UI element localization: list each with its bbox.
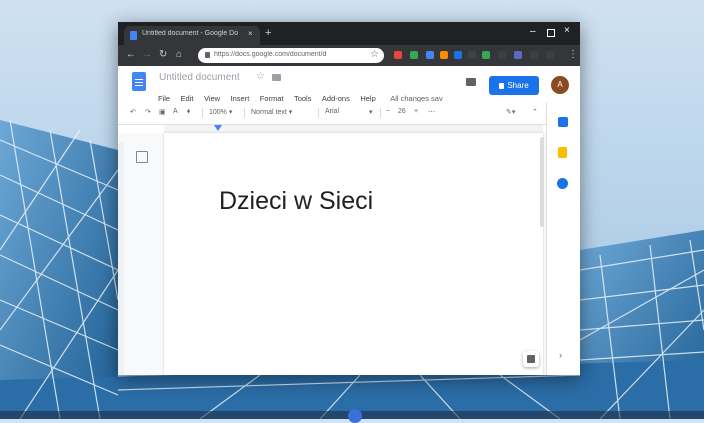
- font-select[interactable]: Arial: [325, 108, 339, 115]
- keep-icon[interactable]: [558, 147, 567, 158]
- toolbar-divider: [202, 108, 203, 118]
- docs-logo-icon[interactable]: [132, 72, 146, 91]
- style-select[interactable]: Normal text ▾: [251, 108, 292, 116]
- toolbar-divider: [318, 108, 319, 118]
- docs-favicon-icon: [130, 31, 137, 40]
- more-icon[interactable]: ⋯: [428, 108, 435, 116]
- document-outline-icon[interactable]: [136, 151, 148, 163]
- redo-icon[interactable]: ↷: [145, 108, 151, 116]
- vertical-scrollbar[interactable]: [540, 137, 544, 227]
- extension-arrow-icon[interactable]: [454, 51, 462, 59]
- lock-icon: [499, 83, 505, 89]
- font-value: Arial: [325, 108, 340, 115]
- share-label: Share: [507, 81, 529, 90]
- document-heading[interactable]: Dzieci w Sieci: [219, 187, 373, 216]
- taskbar-shelf: [0, 409, 704, 423]
- indent-marker-icon[interactable]: [214, 125, 222, 131]
- spellcheck-icon[interactable]: A: [173, 108, 178, 115]
- docs-header: Untitled document ☆ File Edit View Inser…: [118, 66, 580, 103]
- extension-pen-icon[interactable]: [482, 51, 490, 59]
- side-panel: ›: [546, 102, 580, 375]
- font-size-increase-icon[interactable]: +: [414, 108, 418, 115]
- avatar[interactable]: A: [551, 76, 569, 94]
- collapse-toolbar-icon[interactable]: ⌃: [532, 108, 538, 116]
- chevron-right-icon[interactable]: ›: [559, 350, 562, 360]
- lock-icon: [205, 52, 210, 58]
- extension-gray-icon[interactable]: [498, 51, 506, 59]
- explore-button[interactable]: [523, 351, 539, 367]
- font-dropdown-icon[interactable]: ▾: [369, 108, 373, 116]
- calendar-icon[interactable]: [558, 117, 568, 127]
- document-page[interactable]: Dzieci w Sieci: [164, 133, 543, 375]
- editing-mode-icon[interactable]: ✎▾: [506, 108, 515, 116]
- style-value: Normal text: [251, 109, 287, 116]
- extension-dark-icon[interactable]: [468, 51, 476, 59]
- reload-icon[interactable]: ↻: [159, 49, 167, 61]
- browser-menu-icon[interactable]: ⋮: [568, 49, 578, 61]
- share-button[interactable]: Share: [489, 76, 539, 95]
- extension-orange-icon[interactable]: [440, 51, 448, 59]
- address-bar[interactable]: https://docs.google.com/document/d ☆: [198, 48, 384, 63]
- comments-icon[interactable]: [466, 78, 476, 86]
- horizontal-ruler[interactable]: [164, 125, 543, 133]
- zoom-value: 100%: [209, 109, 227, 116]
- extension-green-icon[interactable]: [410, 51, 418, 59]
- home-icon[interactable]: ⌂: [176, 49, 182, 61]
- star-icon[interactable]: ☆: [370, 49, 379, 60]
- print-icon[interactable]: ▣: [159, 108, 166, 116]
- extension-blue-icon[interactable]: [426, 51, 434, 59]
- browser-toolbar: ← → ↻ ⌂ https://docs.google.com/document…: [118, 45, 580, 66]
- undo-icon[interactable]: ↶: [130, 108, 136, 116]
- tasks-icon[interactable]: [557, 178, 568, 189]
- close-window-button[interactable]: ×: [564, 26, 570, 36]
- url-text[interactable]: https://docs.google.com/document/d: [214, 51, 364, 58]
- font-size-decrease-icon[interactable]: −: [386, 108, 390, 115]
- new-tab-button[interactable]: +: [265, 27, 271, 39]
- tab-close-icon[interactable]: ×: [248, 29, 253, 38]
- star-icon[interactable]: ☆: [256, 71, 265, 82]
- menu-bar: File Edit View Insert Format Tools Add-o…: [158, 88, 443, 103]
- document-title[interactable]: Untitled document: [159, 72, 240, 83]
- format-toolbar: ↶ ↷ ▣ A ⬧ 100% ▾ Normal text ▾ Arial ▾ −…: [118, 102, 580, 125]
- paint-format-icon[interactable]: ⬧: [187, 108, 190, 116]
- back-icon[interactable]: ←: [126, 49, 136, 61]
- toolbar-divider: [380, 108, 381, 118]
- minimize-button[interactable]: –: [530, 27, 536, 37]
- extension-misc-icon[interactable]: [530, 51, 538, 59]
- launcher-icon[interactable]: [348, 409, 362, 423]
- vertical-ruler[interactable]: [118, 143, 124, 375]
- extension-purple-icon[interactable]: [514, 51, 522, 59]
- toolbar-divider: [244, 108, 245, 118]
- font-size-input[interactable]: 26: [398, 108, 406, 115]
- tab-docs[interactable]: Untitled document - Google Do ×: [124, 26, 260, 45]
- zoom-select[interactable]: 100% ▾: [209, 108, 232, 116]
- maximize-button[interactable]: [547, 29, 555, 37]
- forward-icon[interactable]: →: [142, 49, 152, 61]
- document-canvas: Dzieci w Sieci: [118, 133, 546, 375]
- extension-red-icon[interactable]: [394, 51, 402, 59]
- tab-strip: Untitled document - Google Do × + – ×: [118, 22, 580, 45]
- folder-icon[interactable]: [272, 74, 281, 81]
- extension-misc2-icon[interactable]: [546, 51, 554, 59]
- browser-window: Untitled document - Google Do × + – × ← …: [118, 22, 580, 375]
- tab-title: Untitled document - Google Do: [142, 30, 239, 37]
